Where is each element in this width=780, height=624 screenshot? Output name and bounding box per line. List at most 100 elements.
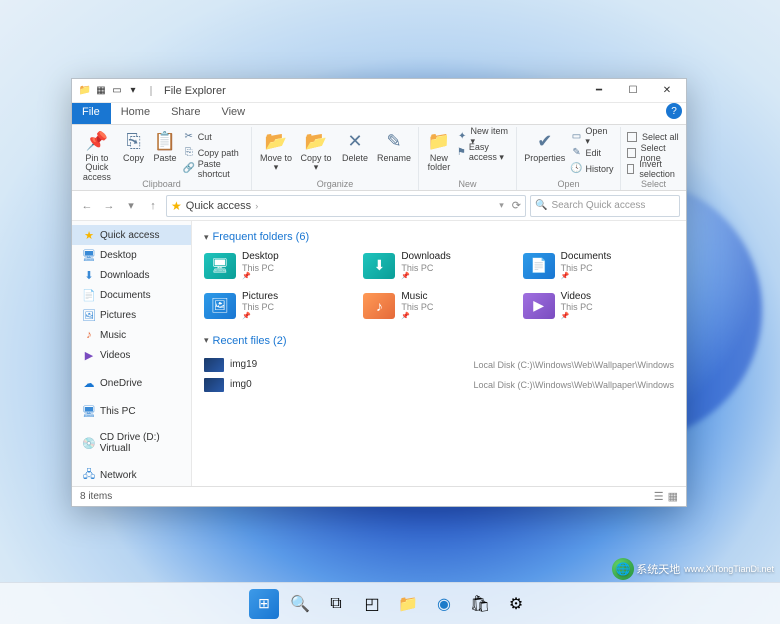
sidebar-item-pictures[interactable]: 🖼Pictures — [72, 305, 191, 325]
delete-icon: ✕ — [343, 129, 367, 153]
folder-name: Desktop — [242, 251, 279, 263]
sidebar-item-onedrive[interactable]: ☁OneDrive — [72, 373, 191, 393]
chevron-right-icon: › — [255, 201, 258, 211]
recent-files-list: img19Local Disk (C:)\Windows\Web\Wallpap… — [204, 355, 674, 395]
edit-icon: ✎ — [571, 147, 583, 159]
frequent-folders-header[interactable]: ▾ Frequent folders (6) — [204, 231, 674, 243]
qat-dropdown-icon[interactable]: ▾ — [126, 84, 140, 98]
edit-button[interactable]: ✎Edit — [571, 145, 615, 160]
address-dropdown-icon[interactable]: ▾ — [499, 200, 504, 211]
address-crumb[interactable]: Quick access — [186, 200, 251, 212]
folder-name: Documents — [561, 251, 612, 263]
start-button[interactable]: ⊞ — [249, 589, 279, 619]
pin-indicator-icon: 📌 — [401, 313, 433, 321]
sidebar-item-music[interactable]: ♪Music — [72, 325, 191, 345]
sidebar-item-desktop[interactable]: 🖥Desktop — [72, 245, 191, 265]
sidebar-item-documents[interactable]: 📄Documents — [72, 285, 191, 305]
sidebar-item-label: Videos — [100, 350, 130, 361]
sidebar-item-downloads[interactable]: ⬇Downloads — [72, 265, 191, 285]
cut-button[interactable]: ✂Cut — [183, 129, 245, 144]
select-all-icon — [627, 132, 637, 142]
downloads-icon: ⬇ — [82, 268, 96, 282]
sidebar-item-videos[interactable]: ▶Videos — [72, 345, 191, 365]
divider: ｜ — [144, 84, 158, 98]
recent-file-row[interactable]: img0Local Disk (C:)\Windows\Web\Wallpape… — [204, 375, 674, 395]
edge-icon[interactable]: ◉ — [429, 589, 459, 619]
recent-files-header[interactable]: ▾ Recent files (2) — [204, 335, 674, 347]
folder-item[interactable]: ♪MusicThis PC📌 — [363, 291, 514, 321]
folder-icon: ♪ — [363, 293, 395, 319]
store-icon[interactable]: 🛍 — [465, 589, 495, 619]
file-explorer-taskbar-icon[interactable]: 📁 — [393, 589, 423, 619]
thumbnails-view-icon[interactable]: ▦ — [668, 490, 678, 503]
sidebar-item-label: OneDrive — [100, 378, 142, 389]
refresh-icon[interactable]: ⟳ — [512, 199, 521, 212]
sidebar-item-network[interactable]: 🖧Network — [72, 465, 191, 485]
open-button[interactable]: ▭Open ▾ — [571, 129, 615, 144]
delete-button[interactable]: ✕Delete — [338, 127, 372, 163]
search-icon: 🔍 — [535, 200, 547, 211]
easy-access-icon: ⚑ — [457, 147, 466, 159]
close-button[interactable]: ✕ — [650, 79, 684, 103]
folder-item[interactable]: 🖼PicturesThis PC📌 — [204, 291, 355, 321]
file-name: img0 — [230, 379, 252, 390]
invert-selection-button[interactable]: Invert selection — [627, 161, 680, 176]
move-to-button[interactable]: 📂Move to ▾ — [258, 127, 294, 173]
sidebar-item-quick-access[interactable]: ★Quick access — [72, 225, 191, 245]
nav-up-button[interactable]: ↑ — [144, 197, 162, 215]
sidebar-item-label: This PC — [100, 406, 136, 417]
nav-recent-dropdown[interactable]: ▾ — [122, 197, 140, 215]
folder-item[interactable]: 📄DocumentsThis PC📌 — [523, 251, 674, 281]
navbar: ← → ▾ ↑ ★ Quick access › ▾ ⟳ 🔍 Search Qu… — [72, 191, 686, 221]
pin-icon: 📌 — [85, 129, 109, 153]
search-input[interactable]: 🔍 Search Quick access — [530, 195, 680, 217]
taskbar: ⊞ 🔍 ⧉ ◰ 📁 ◉ 🛍 ⚙ — [0, 582, 780, 624]
easy-access-button[interactable]: ⚑Easy access ▾ — [457, 145, 510, 160]
documents-icon: 📄 — [82, 288, 96, 302]
ribbon-group-organize: 📂Move to ▾ 📂Copy to ▾ ✕Delete ✎Rename Or… — [252, 127, 419, 190]
sidebar-item-this-pc[interactable]: 🖥 This PC — [72, 401, 191, 421]
paste-shortcut-button[interactable]: 🔗Paste shortcut — [183, 161, 245, 176]
cut-icon: ✂ — [183, 131, 195, 143]
folder-name: Pictures — [242, 291, 278, 303]
copy-button[interactable]: ⎘Copy — [120, 127, 147, 163]
properties-button[interactable]: ✔Properties — [523, 127, 566, 163]
tab-file[interactable]: File — [72, 103, 111, 124]
nav-forward-button[interactable]: → — [100, 197, 118, 215]
sidebar-item-label: Pictures — [100, 310, 136, 321]
settings-icon[interactable]: ⚙ — [501, 589, 531, 619]
new-folder-button[interactable]: 📁New folder — [425, 127, 453, 173]
tab-view[interactable]: View — [211, 103, 256, 124]
sidebar-item-cd-drive[interactable]: 💿CD Drive (D:) VirtualI — [72, 429, 191, 457]
address-bar[interactable]: ★ Quick access › ▾ ⟳ — [166, 195, 526, 217]
pin-to-quick-access-button[interactable]: 📌Pin to Quick access — [78, 127, 116, 182]
folder-item[interactable]: ⬇DownloadsThis PC📌 — [363, 251, 514, 281]
paste-button[interactable]: 📋Paste — [151, 127, 178, 163]
file-thumbnail — [204, 378, 224, 392]
help-icon[interactable]: ? — [666, 103, 682, 119]
open-icon: ▭ — [571, 131, 583, 143]
tab-share[interactable]: Share — [161, 103, 211, 124]
qat-new-folder-icon[interactable]: ▭ — [110, 84, 124, 98]
tab-home[interactable]: Home — [111, 103, 161, 124]
copy-to-button[interactable]: 📂Copy to ▾ — [298, 127, 334, 173]
rename-button[interactable]: ✎Rename — [376, 127, 412, 163]
minimize-button[interactable]: ━ — [582, 79, 616, 103]
taskbar-search-icon[interactable]: 🔍 — [285, 589, 315, 619]
maximize-button[interactable]: ☐ — [616, 79, 650, 103]
history-button[interactable]: 🕓History — [571, 161, 615, 176]
task-view-icon[interactable]: ⧉ — [321, 589, 351, 619]
folder-item[interactable]: ▶VideosThis PC📌 — [523, 291, 674, 321]
frequent-folders-grid: 🖥DesktopThis PC📌 ⬇DownloadsThis PC📌 📄Docum… — [204, 251, 674, 321]
recent-file-row[interactable]: img19Local Disk (C:)\Windows\Web\Wallpap… — [204, 355, 674, 375]
widgets-icon[interactable]: ◰ — [357, 589, 387, 619]
content-pane: ▾ Frequent folders (6) 🖥DesktopThis PC📌 ⬇… — [192, 221, 686, 486]
details-view-icon[interactable]: ☰ — [654, 490, 664, 503]
this-pc-icon: 🖥 — [82, 404, 96, 418]
copy-to-icon: 📂 — [304, 129, 328, 153]
nav-back-button[interactable]: ← — [78, 197, 96, 215]
folder-item[interactable]: 🖥DesktopThis PC📌 — [204, 251, 355, 281]
paste-shortcut-icon: 🔗 — [183, 163, 195, 175]
file-explorer-window: 📁 ▦ ▭ ▾ ｜ File Explorer ━ ☐ ✕ File Home … — [71, 78, 687, 507]
qat-properties-icon[interactable]: ▦ — [94, 84, 108, 98]
